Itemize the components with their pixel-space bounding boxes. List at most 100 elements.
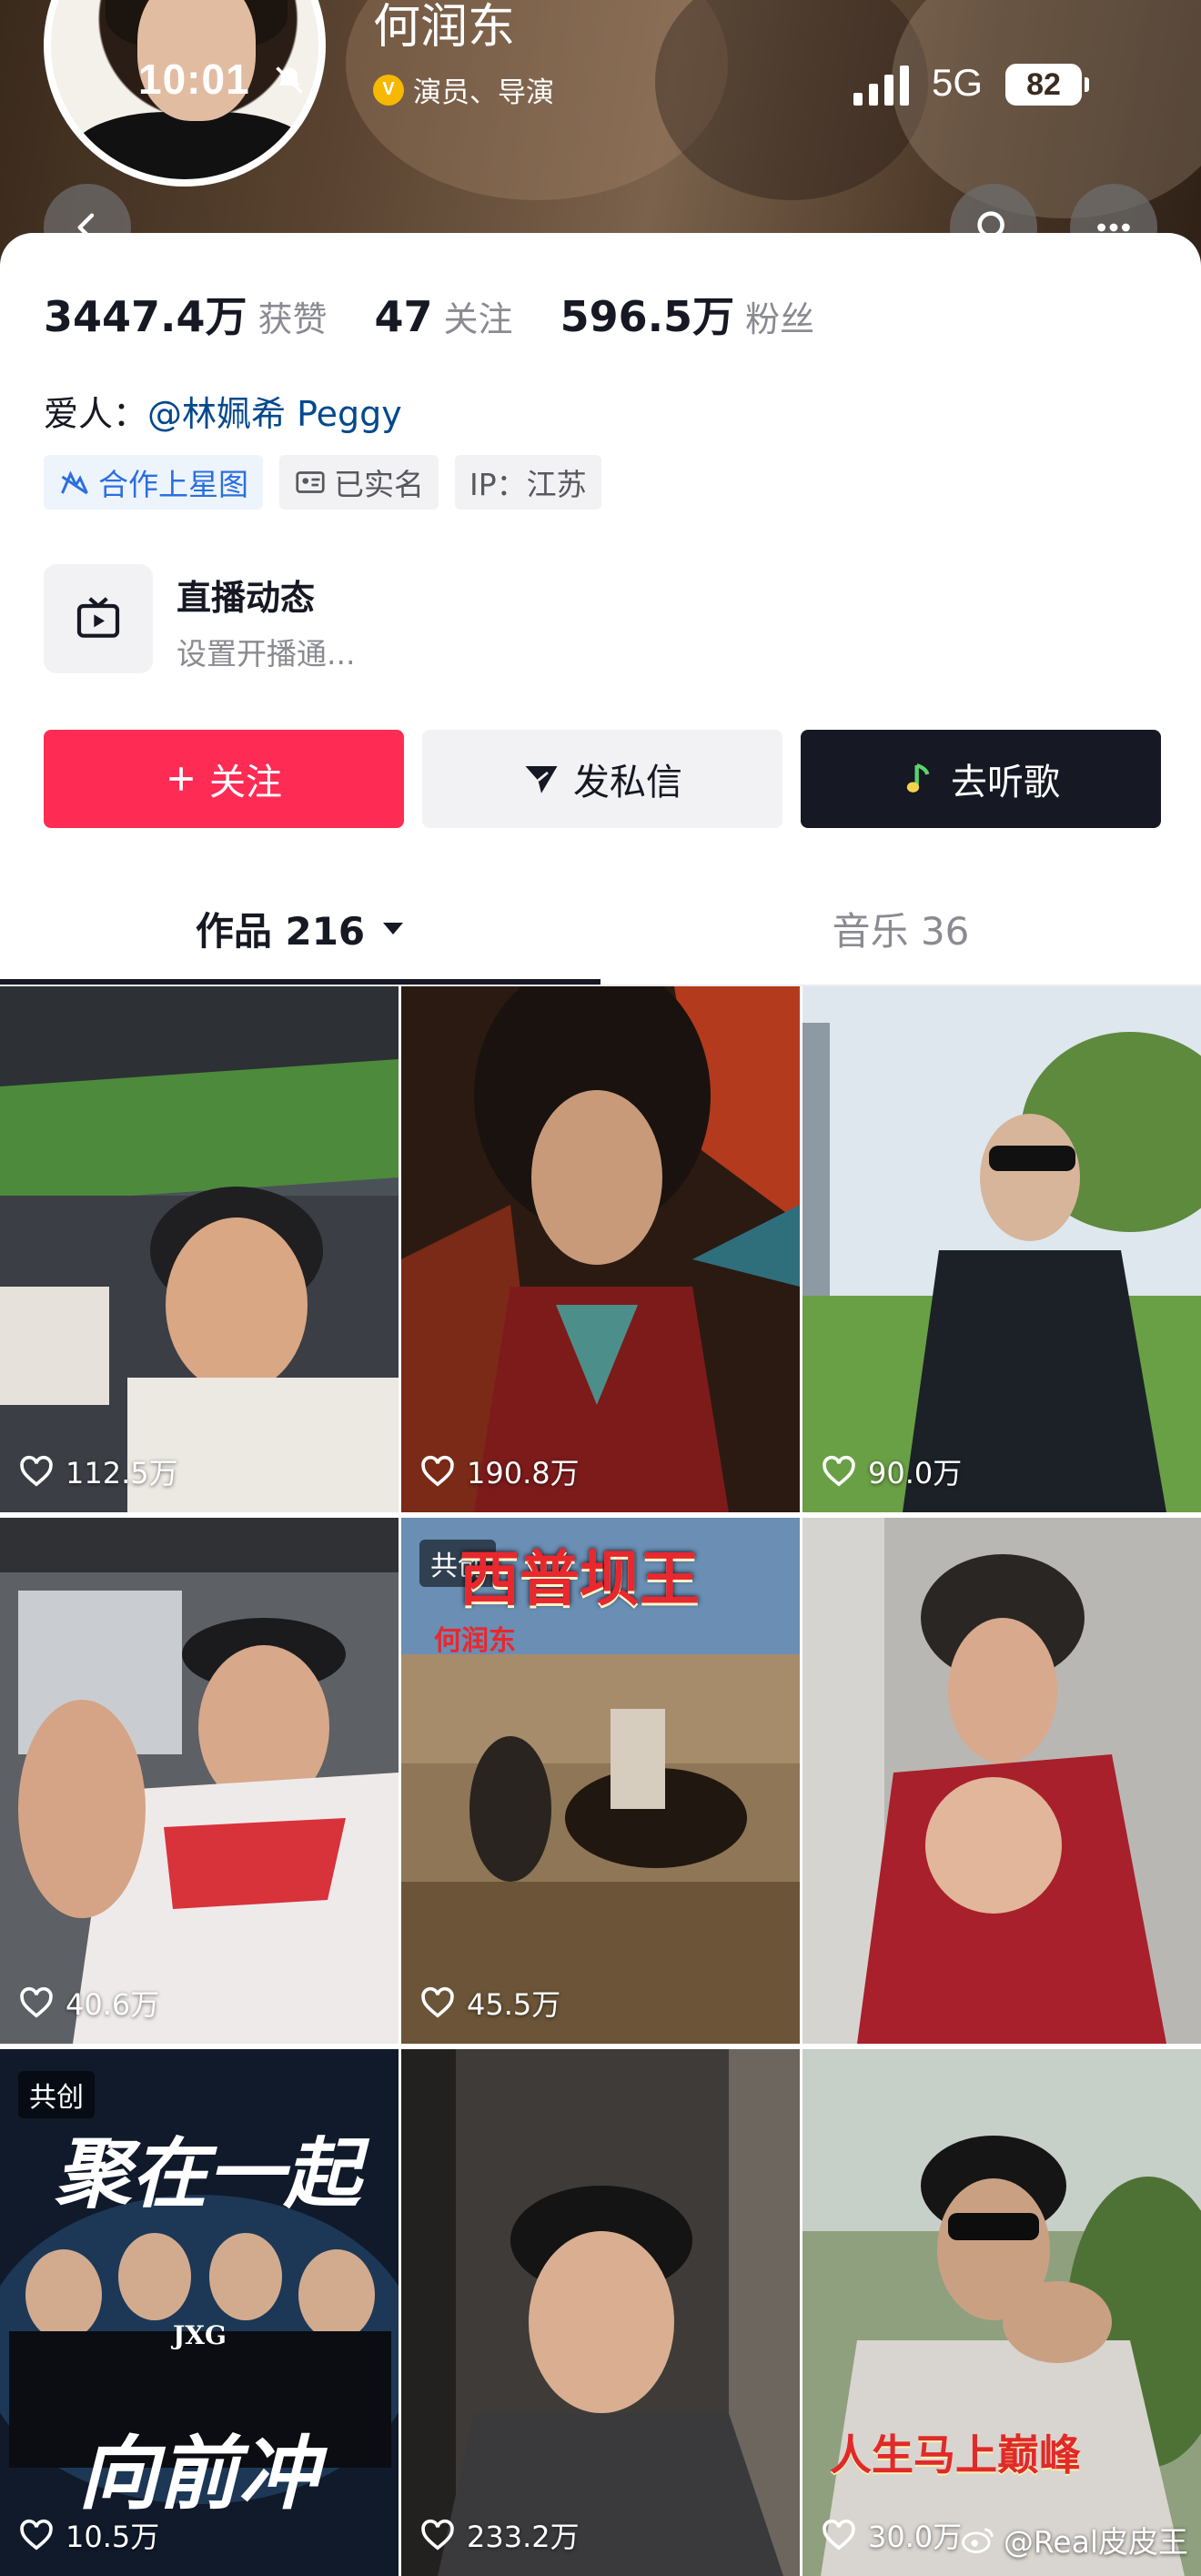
live-subtitle: 设置开播通... (177, 636, 356, 672)
co-creation-badge: 共创 (18, 2071, 95, 2118)
video-thumbnail (802, 2049, 1201, 2576)
music-label: 去听歌 (951, 762, 1060, 803)
tab-music-label: 音乐 36 (832, 908, 970, 954)
video-thumbnail (0, 1518, 399, 2044)
id-card-icon (296, 471, 325, 493)
video-thumbnail (0, 986, 399, 1512)
likes-overlay: 10.5万 (18, 2514, 159, 2556)
likes-count: 3447.4万 (44, 292, 247, 341)
weibo-icon (962, 2528, 994, 2553)
signal-icon (853, 66, 909, 106)
status-time: 10:01 (138, 56, 250, 103)
poster-title: 聚在一起 (55, 2128, 361, 2218)
likes-count: 233.2万 (467, 2520, 580, 2554)
send-icon (525, 766, 558, 793)
poster-title-2: 向前冲 (78, 2426, 319, 2520)
video-grid: 112.5万 190.8万 90.0万 40.6万 共创 西普坝王 何润东 45… (0, 986, 1201, 2576)
following-count[interactable]: 47 (375, 292, 433, 341)
poster-subtitle: 何润东 (434, 1625, 516, 1657)
followers-count[interactable]: 596.5万 (560, 284, 735, 344)
watermark: @Real皮皮王 (962, 2518, 1188, 2561)
profile-name: 何润东 (373, 0, 516, 55)
tab-works[interactable]: 作品 216 (0, 879, 600, 977)
verified-row: V 演员、导演 (373, 69, 554, 110)
likes-overlay: 190.8万 (419, 1450, 580, 1492)
content-tabs: 作品 216 音乐 36 (0, 879, 1201, 981)
video-thumbnail (802, 986, 1201, 1512)
live-title[interactable]: 直播动态 (177, 570, 315, 620)
tv-icon (76, 597, 120, 638)
tag-star-map[interactable]: 合作上星图 (44, 455, 263, 510)
follow-button[interactable]: 关注 (44, 730, 404, 828)
poster-title: 人生马上巅峰 (830, 2430, 1081, 2480)
profile-tags: 合作上星图 已实名 IP：江苏 (44, 455, 601, 510)
likes-count: 40.6万 (66, 1987, 160, 2022)
likes-count: 10.5万 (66, 2520, 160, 2554)
partner-row: 爱人：@林姵希 Peggy (44, 386, 402, 436)
likes-count: 45.5万 (467, 1987, 561, 2022)
heart-icon (20, 2519, 53, 2551)
likes-label: 获赞 (257, 299, 328, 339)
message-button[interactable]: 发私信 (422, 730, 782, 828)
heart-icon (823, 1455, 855, 1487)
battery-icon: 82 (1005, 64, 1089, 106)
partner-label: 爱人： (44, 394, 148, 434)
listen-music-button[interactable]: 去听歌 (801, 730, 1161, 828)
live-tv-box[interactable] (44, 564, 153, 673)
action-buttons: 关注 发私信 去听歌 (44, 730, 1161, 828)
video-tile[interactable]: 共创 西普坝王 何润东 45.5万 (401, 1518, 800, 2044)
team-logo: JXG (173, 2320, 227, 2350)
heart-icon (421, 2519, 454, 2551)
likes-count: 190.8万 (467, 1456, 580, 1490)
video-tile[interactable]: 112.5万 (0, 986, 399, 1512)
heart-icon (421, 1455, 454, 1487)
heart-icon (20, 1455, 53, 1487)
partner-link[interactable]: @林姵希 Peggy (147, 394, 402, 434)
followers-label[interactable]: 粉丝 (745, 291, 814, 341)
video-thumbnail (802, 1518, 1201, 2044)
likes-count: 90.0万 (868, 1456, 963, 1490)
likes-count: 112.5万 (66, 1456, 178, 1490)
tab-works-label: 作品 216 (195, 908, 366, 954)
heart-icon (421, 1986, 454, 2018)
heart-icon (20, 1986, 53, 2018)
bell-off-icon (276, 66, 303, 94)
likes-overlay: 112.5万 (18, 1450, 178, 1492)
verified-badge-icon: V (373, 74, 404, 106)
heart-icon (823, 2519, 855, 2551)
video-tile[interactable]: 90.0万 (802, 986, 1201, 1512)
tag-label: 已实名 (334, 467, 424, 502)
video-thumbnail (401, 2049, 800, 2576)
network-label: 5G (932, 61, 984, 104)
poster-title: 西普坝王 (459, 1543, 700, 1614)
avatar-shirt (69, 112, 315, 179)
video-tile[interactable]: 190.8万 (401, 986, 800, 1512)
likes-overlay: 45.5万 (419, 1982, 560, 2024)
star-map-icon (61, 470, 88, 495)
video-tile[interactable]: 共创 聚在一起 JXG 向前冲 10.5万 (0, 2049, 399, 2576)
likes-overlay: 90.0万 (821, 1450, 962, 1492)
tag-verified-id[interactable]: 已实名 (279, 455, 439, 510)
video-tile[interactable] (802, 1518, 1201, 2044)
plus-icon (169, 767, 193, 791)
tab-music[interactable]: 音乐 36 (600, 879, 1201, 977)
tag-ip: IP：江苏 (455, 455, 601, 510)
verified-text: 演员、导演 (413, 76, 554, 109)
message-label: 发私信 (573, 762, 682, 803)
likes-overlay: 233.2万 (419, 2514, 580, 2556)
likes-overlay: 30.0万 (821, 2514, 962, 2556)
video-tile[interactable]: 人生马上巅峰 30.0万 (802, 2049, 1201, 2576)
tag-label: IP：江苏 (469, 467, 587, 502)
music-note-icon (906, 763, 930, 793)
follow-label: 关注 (209, 762, 282, 803)
banner-figure (892, 0, 1201, 218)
likes-count: 30.0万 (868, 2520, 963, 2554)
video-tile[interactable]: 233.2万 (401, 2049, 800, 2576)
likes-overlay: 40.6万 (18, 1982, 159, 2024)
video-thumbnail (401, 986, 800, 1512)
caret-down-icon (383, 923, 404, 934)
profile-stats: 3447.4万 获赞 47 关注 596.5万 粉丝 (44, 284, 862, 344)
video-tile[interactable]: 40.6万 (0, 1518, 399, 2044)
watermark-text: @Real皮皮王 (1003, 2524, 1188, 2560)
following-label[interactable]: 关注 (444, 291, 513, 341)
